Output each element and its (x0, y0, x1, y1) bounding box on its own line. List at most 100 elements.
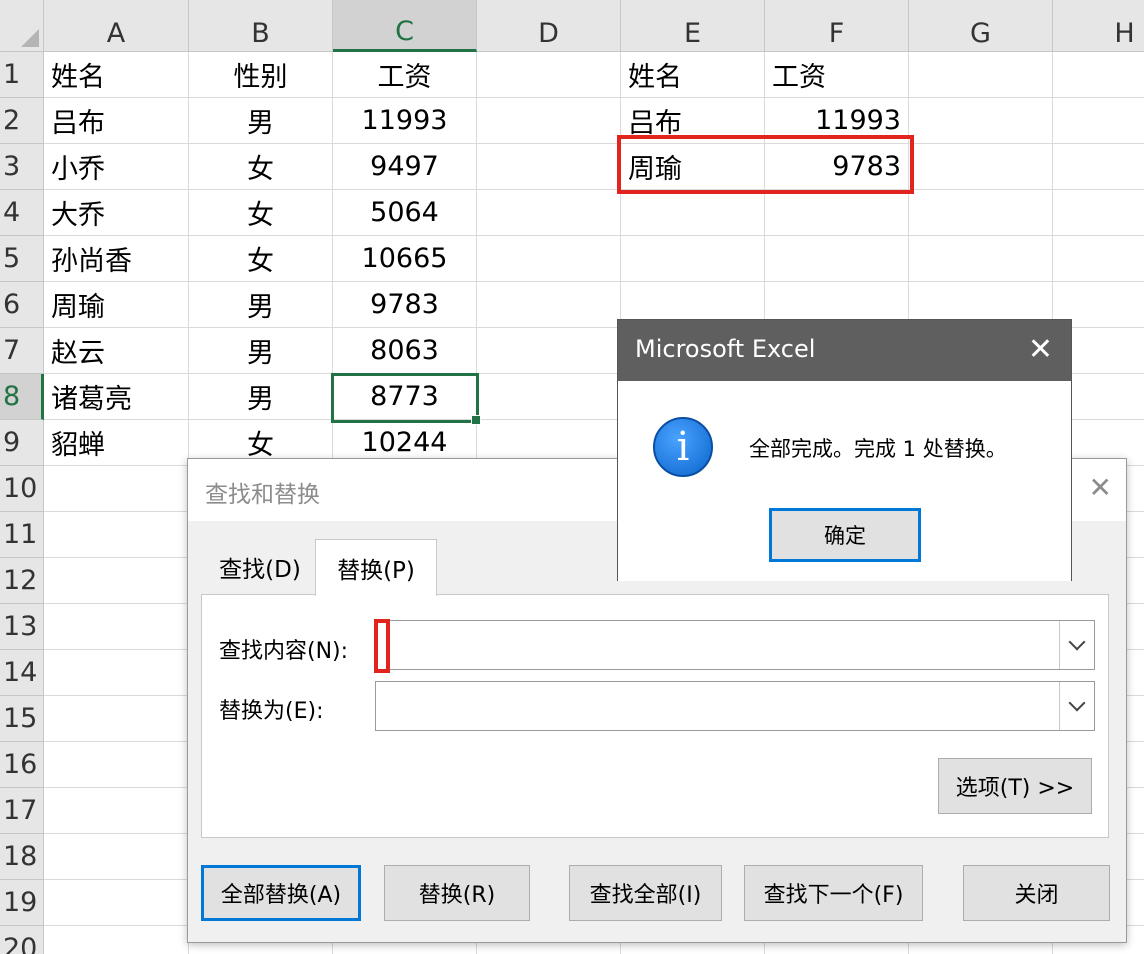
close-icon[interactable]: ✕ (1028, 332, 1053, 367)
empty-cell[interactable] (44, 558, 189, 604)
row-header-13[interactable]: 13 (0, 604, 44, 650)
empty-cell[interactable] (477, 52, 621, 98)
row-header-9[interactable]: 9 (0, 420, 44, 466)
empty-cell[interactable] (44, 834, 189, 880)
find-what-input[interactable] (380, 625, 1024, 665)
row-header-11[interactable]: 11 (0, 512, 44, 558)
cell-c5[interactable]: 10665 (333, 236, 477, 282)
empty-cell[interactable] (909, 52, 1053, 98)
empty-cell[interactable] (477, 282, 621, 328)
empty-cell[interactable] (477, 236, 621, 282)
column-header-d[interactable]: D (477, 0, 621, 52)
empty-cell[interactable] (44, 926, 189, 954)
replace-all-button[interactable]: 全部替换(A) (201, 865, 361, 921)
empty-cell[interactable] (44, 696, 189, 742)
fill-handle[interactable] (471, 415, 481, 425)
empty-cell[interactable] (44, 742, 189, 788)
cell-b6[interactable]: 男 (189, 282, 333, 328)
cell-b3[interactable]: 女 (189, 144, 333, 190)
empty-cell[interactable] (44, 512, 189, 558)
row-header-10[interactable]: 10 (0, 466, 44, 512)
replace-button[interactable]: 替换(R) (384, 865, 530, 921)
row-header-18[interactable]: 18 (0, 834, 44, 880)
row-header-17[interactable]: 17 (0, 788, 44, 834)
close-button[interactable]: 关闭 (963, 865, 1110, 921)
empty-cell[interactable] (1053, 236, 1144, 282)
message-box-titlebar[interactable]: Microsoft Excel ✕ (618, 320, 1071, 381)
empty-cell[interactable] (1053, 190, 1144, 236)
empty-cell[interactable] (621, 190, 765, 236)
column-header-e[interactable]: E (621, 0, 765, 52)
row-header-1[interactable]: 1 (0, 52, 44, 98)
close-icon[interactable]: ✕ (1089, 471, 1112, 504)
empty-cell[interactable] (44, 650, 189, 696)
replace-with-input[interactable] (380, 686, 1024, 726)
empty-cell[interactable] (477, 190, 621, 236)
cell-a8[interactable]: 诸葛亮 (44, 374, 189, 420)
row-header-7[interactable]: 7 (0, 328, 44, 374)
find-what-combobox[interactable] (374, 619, 1095, 673)
cell-c1[interactable]: 工资 (333, 52, 477, 98)
find-next-button[interactable]: 查找下一个(F) (744, 865, 923, 921)
row-header-16[interactable]: 16 (0, 742, 44, 788)
empty-cell[interactable] (477, 328, 621, 374)
row-header-6[interactable]: 6 (0, 282, 44, 328)
cell-b5[interactable]: 女 (189, 236, 333, 282)
empty-cell[interactable] (477, 144, 621, 190)
row-header-20[interactable]: 20 (0, 926, 44, 954)
empty-cell[interactable] (909, 98, 1053, 144)
cell-a4[interactable]: 大乔 (44, 190, 189, 236)
empty-cell[interactable] (909, 236, 1053, 282)
cell-b8[interactable]: 男 (189, 374, 333, 420)
cell-c2[interactable]: 11993 (333, 98, 477, 144)
empty-cell[interactable] (1053, 144, 1144, 190)
row-header-15[interactable]: 15 (0, 696, 44, 742)
empty-cell[interactable] (909, 144, 1053, 190)
column-header-g[interactable]: G (909, 0, 1053, 52)
row-header-14[interactable]: 14 (0, 650, 44, 696)
cell-c7[interactable]: 8063 (333, 328, 477, 374)
empty-cell[interactable] (477, 98, 621, 144)
column-header-h[interactable]: H (1053, 0, 1144, 52)
replace-with-combobox[interactable] (375, 681, 1095, 731)
row-header-2[interactable]: 2 (0, 98, 44, 144)
cell-f1[interactable]: 工资 (765, 52, 909, 98)
empty-cell[interactable] (44, 604, 189, 650)
select-all-corner[interactable] (0, 0, 44, 52)
column-header-a[interactable]: A (44, 0, 189, 52)
empty-cell[interactable] (909, 190, 1053, 236)
column-header-c[interactable]: C (333, 0, 477, 52)
cell-b4[interactable]: 女 (189, 190, 333, 236)
cell-a7[interactable]: 赵云 (44, 328, 189, 374)
tab-replace[interactable]: 替换(P) (315, 539, 437, 596)
empty-cell[interactable] (621, 236, 765, 282)
cell-b1[interactable]: 性别 (189, 52, 333, 98)
empty-cell[interactable] (44, 466, 189, 512)
row-header-4[interactable]: 4 (0, 190, 44, 236)
cell-a1[interactable]: 姓名 (44, 52, 189, 98)
cell-e1[interactable]: 姓名 (621, 52, 765, 98)
cell-a6[interactable]: 周瑜 (44, 282, 189, 328)
empty-cell[interactable] (1053, 52, 1144, 98)
row-header-12[interactable]: 12 (0, 558, 44, 604)
cell-c6[interactable]: 9783 (333, 282, 477, 328)
tab-find[interactable]: 查找(D) (205, 539, 315, 595)
cell-c4[interactable]: 5064 (333, 190, 477, 236)
empty-cell[interactable] (765, 236, 909, 282)
empty-cell[interactable] (44, 788, 189, 834)
cell-b2[interactable]: 男 (189, 98, 333, 144)
empty-cell[interactable] (44, 880, 189, 926)
ok-button[interactable]: 确定 (769, 508, 921, 562)
find-what-dropdown[interactable] (1059, 621, 1094, 669)
cell-a9[interactable]: 貂蝉 (44, 420, 189, 466)
column-header-f[interactable]: F (765, 0, 909, 52)
cell-a2[interactable]: 吕布 (44, 98, 189, 144)
cell-a3[interactable]: 小乔 (44, 144, 189, 190)
row-header-8[interactable]: 8 (0, 374, 44, 420)
row-header-19[interactable]: 19 (0, 880, 44, 926)
empty-cell[interactable] (477, 374, 621, 420)
replace-with-dropdown[interactable] (1059, 682, 1094, 730)
find-all-button[interactable]: 查找全部(I) (569, 865, 722, 921)
options-button[interactable]: 选项(T) >> (938, 758, 1092, 814)
cell-b7[interactable]: 男 (189, 328, 333, 374)
